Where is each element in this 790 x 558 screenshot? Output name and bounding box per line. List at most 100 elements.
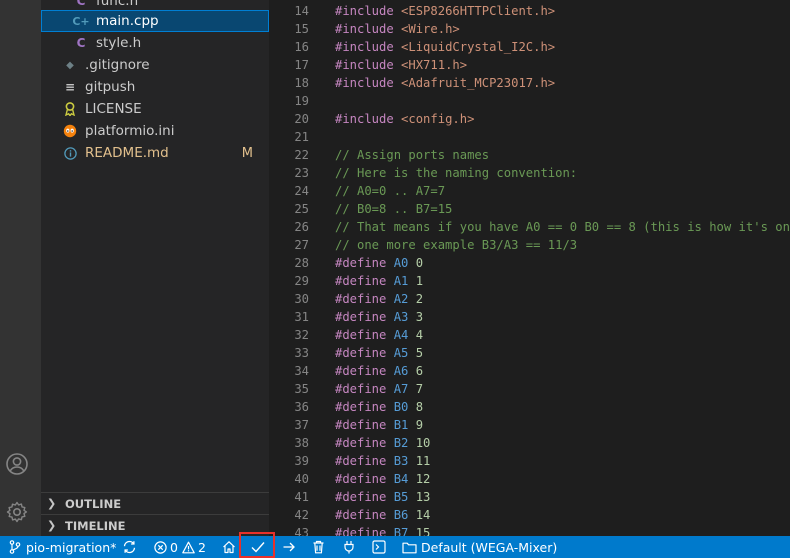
info-icon (62, 146, 78, 160)
pio-home-button[interactable] (222, 536, 236, 558)
gear-icon[interactable] (5, 500, 29, 524)
code-text: #define B7 15 (335, 524, 430, 536)
timeline-section-header[interactable]: ❯ TIMELINE (41, 514, 269, 536)
file-item-gitpush[interactable]: ≡ gitpush (41, 76, 269, 98)
environment-label: Default (WEGA-Mixer) (421, 539, 558, 555)
file-label: .gitignore (85, 57, 150, 73)
code-token: 10 (415, 436, 431, 450)
code-token: 3 (415, 310, 424, 324)
code-token: #define (335, 436, 394, 450)
file-label: platformio.ini (85, 123, 175, 139)
file-item-style-h[interactable]: C style.h (41, 32, 269, 54)
line-number: 32 (294, 328, 309, 342)
pio-upload-button[interactable] (282, 536, 296, 558)
code-token: // one more example B3/A3 == 11/3 (335, 238, 578, 252)
upload-arrow-icon (282, 540, 296, 554)
pio-serial-monitor-button[interactable] (343, 536, 355, 558)
terminal-icon (372, 540, 386, 554)
code-token: <Adafruit_MCP23017.h> (401, 76, 556, 90)
code-token: #include (335, 58, 402, 72)
code-text: #define B1 9 (335, 416, 423, 434)
file-item-readme-md[interactable]: README.md M (41, 142, 269, 164)
code-token: A4 (393, 328, 416, 342)
line-number: 21 (294, 130, 309, 144)
c-header-icon: C (76, 0, 86, 8)
line-number: 24 (294, 184, 309, 198)
line-number: 34 (294, 364, 309, 378)
error-count: 0 (170, 539, 178, 555)
code-token: A5 (393, 346, 416, 360)
pio-environment-selector[interactable]: Default (WEGA-Mixer) (402, 536, 557, 558)
explorer-sidebar: C func.h C+ main.cpp C style.h ◆ .gitign… (41, 0, 269, 536)
warning-count: 2 (197, 539, 206, 555)
code-token: #define (335, 292, 394, 306)
code-text: #include <Adafruit_MCP23017.h> (335, 74, 555, 92)
line-number: 25 (294, 202, 309, 216)
code-token: B1 (393, 418, 416, 432)
line-number: 18 (294, 76, 309, 90)
code-token: #define (335, 310, 394, 324)
pio-clean-button[interactable] (312, 536, 325, 558)
code-token: 12 (415, 472, 431, 486)
code-editor[interactable]: 14 #include <ESP8266HTTPClient.h> 15 #inclu… (269, 0, 790, 536)
line-number: 27 (294, 238, 309, 252)
warning-icon (182, 541, 195, 554)
branch-name: pio-migration* (26, 539, 117, 555)
code-token: #include (335, 76, 402, 90)
file-item-gitignore[interactable]: ◆ .gitignore (41, 54, 269, 76)
gitignore-icon: ◆ (66, 59, 74, 71)
code-token: // A0=0 .. A7=7 (335, 184, 446, 198)
code-token: A1 (393, 274, 416, 288)
code-text: // A0=0 .. A7=7 (335, 182, 445, 200)
file-item-main-cpp[interactable]: C+ main.cpp (41, 10, 269, 32)
code-text: #define A6 6 (335, 362, 423, 380)
code-token: B4 (393, 472, 416, 486)
code-text: #define A1 1 (335, 272, 423, 290)
line-number: 28 (294, 256, 309, 270)
code-text: #define A0 0 (335, 254, 423, 272)
line-number: 33 (294, 346, 309, 360)
pio-terminal-button[interactable] (372, 536, 386, 558)
pio-build-button[interactable] (250, 536, 266, 558)
modified-badge: M (241, 145, 253, 161)
file-label: LICENSE (85, 101, 142, 117)
problems-indicator[interactable]: 0 2 (154, 536, 206, 558)
code-token: #define (335, 274, 394, 288)
file-label: README.md (85, 145, 169, 161)
code-text: // Assign ports names (335, 146, 489, 164)
code-token: A6 (393, 364, 416, 378)
outline-label: OUTLINE (65, 496, 122, 511)
line-number: 38 (294, 436, 309, 450)
status-bar: pio-migration* 0 2 Default (WEGA-Mixer) (0, 536, 790, 558)
outline-section-header[interactable]: ❯ OUTLINE (41, 492, 269, 514)
code-token: A0 (393, 256, 416, 270)
line-number: 17 (294, 58, 309, 72)
accounts-icon[interactable] (5, 452, 29, 476)
folder-env-icon (402, 541, 417, 554)
line-number: 23 (294, 166, 309, 180)
line-number: 41 (294, 490, 309, 504)
code-text: #define B4 12 (335, 470, 430, 488)
plug-icon (343, 540, 355, 554)
home-icon (222, 540, 236, 554)
code-token: 11 (415, 454, 431, 468)
code-token: 7 (415, 382, 424, 396)
code-text: #define A7 7 (335, 380, 423, 398)
code-text: #include <config.h> (335, 110, 474, 128)
branch-indicator[interactable]: pio-migration* (9, 536, 116, 558)
code-text: // That means if you have A0 == 0 B0 == … (335, 218, 790, 236)
code-token: #define (335, 508, 394, 522)
line-number: 22 (294, 148, 309, 162)
code-token: #define (335, 472, 394, 486)
code-text: #define A2 2 (335, 290, 423, 308)
code-token: B7 (393, 526, 416, 536)
code-token: 6 (415, 364, 424, 378)
sync-button[interactable] (122, 536, 137, 558)
code-token: <Wire.h> (401, 22, 460, 36)
line-number: 20 (294, 112, 309, 126)
file-item-platformio-ini[interactable]: platformio.ini (41, 120, 269, 142)
code-text: // B0=8 .. B7=15 (335, 200, 452, 218)
line-number: 29 (294, 274, 309, 288)
file-item-license[interactable]: LICENSE (41, 98, 269, 120)
chevron-right-icon: ❯ (47, 519, 57, 532)
